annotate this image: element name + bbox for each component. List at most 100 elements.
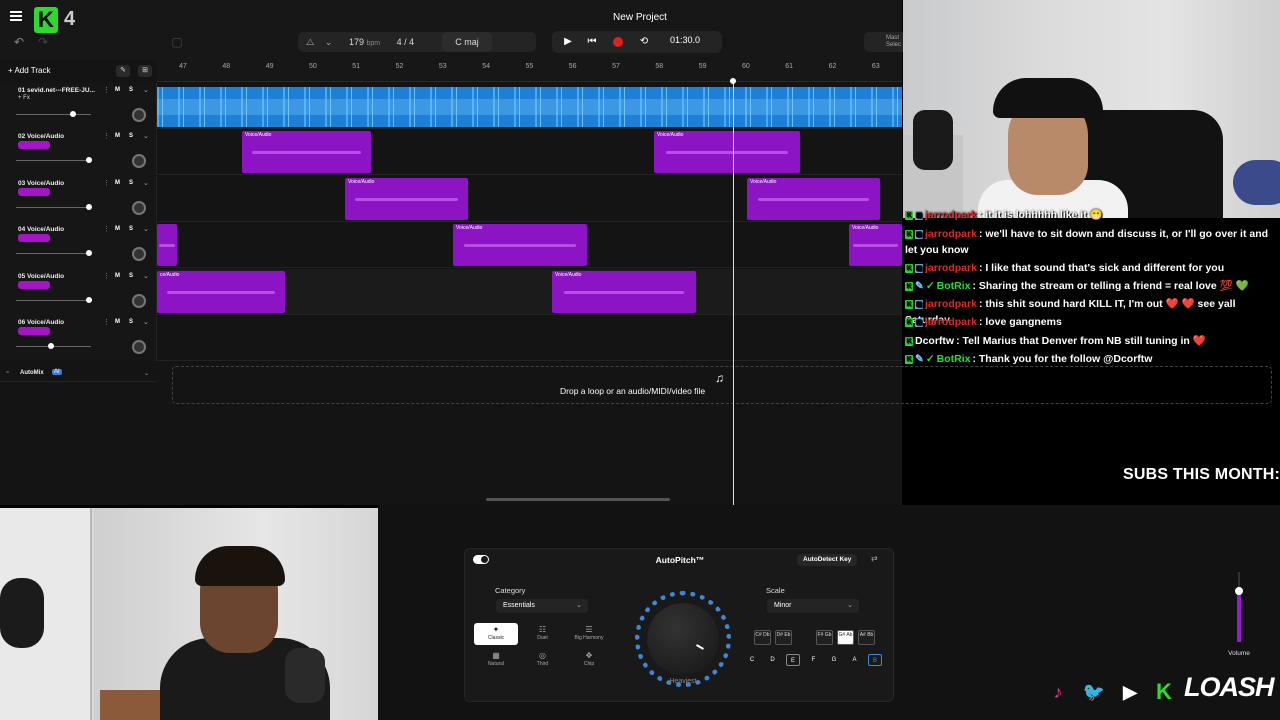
note-key-button[interactable]: G bbox=[827, 654, 841, 666]
style-button-natural[interactable]: ▦ Natural bbox=[474, 649, 518, 671]
metronome-icon[interactable]: ⧍ bbox=[306, 37, 314, 47]
track-name[interactable]: 04 Voice/Audio bbox=[18, 226, 98, 233]
note-key-button[interactable]: D bbox=[766, 654, 780, 666]
more-icon[interactable]: ⋮ bbox=[103, 272, 110, 280]
bpm-value[interactable]: 179 bbox=[349, 37, 364, 47]
track-color-tag[interactable] bbox=[18, 234, 50, 243]
track-volume-slider[interactable] bbox=[16, 206, 91, 208]
chat-username[interactable]: jarrodpark bbox=[925, 228, 977, 240]
chat-username[interactable]: Dcorftw bbox=[915, 335, 954, 347]
chevron-down-icon[interactable]: ⌄ bbox=[143, 272, 149, 280]
add-track-button[interactable]: + Add Track bbox=[8, 66, 50, 75]
voice-clip[interactable]: Voice/Audio bbox=[747, 177, 880, 220]
track-volume-thumb[interactable] bbox=[86, 250, 92, 257]
note-key-button[interactable]: C bbox=[745, 654, 759, 666]
track-pan-knob[interactable] bbox=[132, 293, 146, 308]
chevron-down-icon[interactable]: ⌄ bbox=[143, 318, 149, 326]
track-name[interactable]: 01 sevid.net---FREE-JU... bbox=[18, 87, 98, 94]
playhead-handle[interactable] bbox=[730, 78, 736, 84]
voice-clip[interactable]: Voice/Audio bbox=[654, 131, 800, 174]
track-color-tag[interactable] bbox=[18, 187, 50, 196]
style-button-big-harmony[interactable]: ☰ Big Harmony bbox=[567, 623, 611, 645]
solo-button[interactable]: S bbox=[129, 273, 133, 279]
track-lane[interactable]: Voice/Audio Voice/Audio bbox=[157, 129, 902, 175]
track-volume-thumb[interactable] bbox=[48, 343, 54, 349]
track-lane[interactable] bbox=[157, 83, 902, 129]
track-header[interactable]: 03 Voice/Audio ⋮ M S ⌄ bbox=[0, 175, 157, 222]
pitch-knob[interactable] bbox=[647, 603, 719, 675]
sharp-key-button[interactable]: A# Bb bbox=[858, 630, 875, 645]
chat-username[interactable]: jarrodpark bbox=[925, 262, 977, 274]
playhead[interactable] bbox=[733, 80, 734, 505]
note-key-button[interactable]: B bbox=[868, 654, 882, 666]
solo-button[interactable]: S bbox=[129, 87, 133, 93]
chat-username[interactable]: BotRix bbox=[937, 353, 971, 365]
chat-username[interactable]: jarrodpark bbox=[925, 316, 977, 328]
track-name[interactable]: 03 Voice/Audio bbox=[18, 180, 98, 187]
timeline-ruler[interactable]: 47 48 49 50 51 52 53 54 55 56 57 58 59 60 61 62 63 bbox=[157, 60, 902, 82]
track-header[interactable]: 05 Voice/Audio ⋮ M S ⌄ bbox=[0, 268, 157, 315]
menu-icon[interactable] bbox=[10, 11, 22, 21]
note-key-button[interactable]: A bbox=[848, 654, 862, 666]
sharp-key-button[interactable]: C# Db bbox=[754, 630, 771, 645]
time-signature[interactable]: 4 / 4 bbox=[397, 37, 415, 47]
track-volume-slider[interactable] bbox=[16, 299, 91, 301]
track-color-tag[interactable] bbox=[18, 280, 50, 289]
voice-clip[interactable]: Voice/Audio bbox=[453, 224, 587, 267]
solo-button[interactable]: S bbox=[129, 319, 133, 325]
style-button-chip[interactable]: ✥ Chip bbox=[567, 649, 611, 671]
loop-icon[interactable]: ⟲ bbox=[638, 36, 650, 48]
voice-clip[interactable]: Voice/Audio bbox=[552, 270, 696, 313]
track-color-tag[interactable] bbox=[18, 141, 50, 150]
fx-label[interactable]: + Fx bbox=[18, 95, 30, 101]
track-lane[interactable]: Voice/Audio Voice/Audio bbox=[157, 176, 902, 222]
chevron-down-icon[interactable]: ⌄ bbox=[143, 179, 149, 187]
note-key-button[interactable]: F bbox=[807, 654, 821, 666]
mute-button[interactable]: M bbox=[115, 133, 120, 139]
mute-button[interactable]: M bbox=[115, 319, 120, 325]
chevron-down-icon[interactable]: ⌄ bbox=[144, 370, 149, 377]
track-volume-slider[interactable] bbox=[16, 114, 91, 115]
track-pan-knob[interactable] bbox=[132, 154, 146, 169]
note-key-button[interactable]: E bbox=[786, 654, 800, 666]
track-header[interactable]: 01 sevid.net---FREE-JU... + Fx ⋮ M S ⌄ bbox=[0, 83, 157, 129]
chevron-down-icon[interactable]: ⌄ bbox=[143, 225, 149, 233]
mute-button[interactable]: M bbox=[115, 273, 120, 279]
project-title[interactable]: New Project bbox=[560, 12, 720, 23]
more-icon[interactable]: ⋮ bbox=[103, 179, 110, 187]
track-color-tag[interactable] bbox=[18, 327, 50, 335]
category-select[interactable]: Essentials ⌄ bbox=[496, 599, 588, 613]
sharp-key-button[interactable]: D# Eb bbox=[775, 630, 792, 645]
track-name[interactable]: 06 Voice/Audio bbox=[18, 319, 98, 326]
track-volume-thumb[interactable] bbox=[86, 296, 92, 303]
voice-clip[interactable]: Voice/Audio bbox=[242, 131, 371, 174]
track-name[interactable]: 05 Voice/Audio bbox=[18, 273, 98, 280]
record-icon[interactable] bbox=[613, 37, 623, 47]
volume-slider[interactable]: Volume bbox=[1224, 568, 1254, 660]
chevron-down-icon[interactable]: ⌄ bbox=[143, 86, 149, 94]
volume-thumb[interactable] bbox=[1235, 587, 1243, 595]
chevron-down-icon[interactable]: ⌄ bbox=[143, 132, 149, 140]
sharp-key-button[interactable]: F# Gb bbox=[816, 630, 833, 645]
track-lane[interactable]: Voice/Audio Voice/Audio bbox=[157, 222, 902, 268]
grid-icon[interactable]: ⊞ bbox=[138, 65, 152, 77]
more-icon[interactable]: ⋮ bbox=[103, 86, 110, 94]
track-volume-thumb[interactable] bbox=[70, 111, 76, 117]
voice-clip[interactable]: Voice/Audio bbox=[849, 224, 902, 267]
record-mode-icon[interactable]: ▢ bbox=[168, 34, 186, 50]
master-button[interactable]: Mast Selec bbox=[864, 32, 904, 52]
more-icon[interactable]: ⋮ bbox=[103, 318, 110, 326]
track-lane[interactable] bbox=[157, 315, 902, 361]
play-icon[interactable]: ▶ bbox=[562, 36, 574, 48]
skip-back-icon[interactable]: ⏮ bbox=[586, 36, 598, 48]
track-pan-knob[interactable] bbox=[132, 200, 146, 215]
track-header[interactable]: 04 Voice/Audio ⋮ M S ⌄ bbox=[0, 222, 157, 269]
solo-button[interactable]: S bbox=[129, 133, 133, 139]
solo-button[interactable]: S bbox=[129, 180, 133, 186]
style-button-third[interactable]: ◎ Third bbox=[521, 649, 565, 671]
track-volume-thumb[interactable] bbox=[86, 203, 92, 210]
chat-username[interactable]: BotRix bbox=[937, 280, 971, 292]
mute-button[interactable]: M bbox=[115, 226, 120, 232]
track-header[interactable]: 02 Voice/Audio ⋮ M S ⌄ bbox=[0, 129, 157, 176]
redo-icon[interactable]: ↷ bbox=[34, 34, 52, 50]
